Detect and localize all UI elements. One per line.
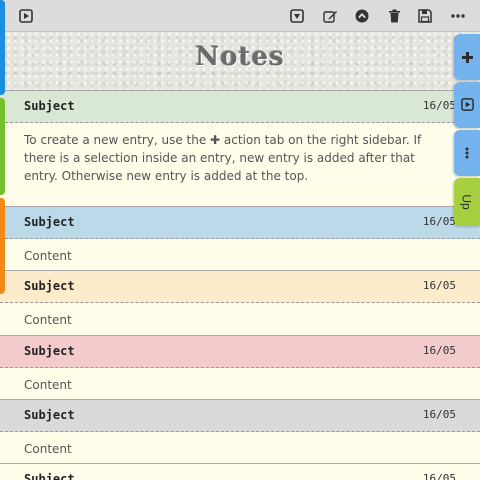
up-tab[interactable]: Up <box>454 178 480 226</box>
note-subject: Subject <box>24 472 75 480</box>
note-body[interactable]: To create a new entry, use the ✚ action … <box>0 123 480 206</box>
up-tab-label: Up <box>460 194 474 210</box>
plus-icon <box>461 48 473 67</box>
left-accent-bar-blue <box>0 0 5 95</box>
add-entry-tab[interactable] <box>454 34 480 80</box>
more-icon[interactable] <box>448 6 468 26</box>
page-title: Notes <box>195 42 285 72</box>
more-vertical-icon <box>465 144 469 163</box>
note-body[interactable]: Content <box>0 432 480 464</box>
note-header[interactable]: Subject 16/05 <box>0 399 480 432</box>
left-accent-bar-green <box>0 98 5 195</box>
header-banner: Notes <box>0 32 480 90</box>
note-subject: Subject <box>24 279 75 293</box>
note-subject: Subject <box>24 344 75 358</box>
toolbar <box>0 0 480 32</box>
note-date: 16/05 <box>422 344 456 357</box>
collapse-icon[interactable] <box>287 6 307 26</box>
left-accent-bar-orange <box>0 198 5 294</box>
trash-icon[interactable] <box>384 6 404 26</box>
save-icon[interactable] <box>415 6 435 26</box>
note-subject: Subject <box>24 215 75 229</box>
note-date: 16/05 <box>422 279 456 292</box>
expand-icon[interactable] <box>16 6 36 26</box>
note-header[interactable]: Subject 16/05 <box>0 335 480 368</box>
note-header[interactable]: Subject 16/05 <box>0 206 480 239</box>
edit-icon[interactable] <box>320 6 340 26</box>
note-subject: Subject <box>24 99 75 113</box>
note-date: 16/05 <box>422 408 456 421</box>
note-entry[interactable]: Subject 16/05 Content <box>0 399 480 464</box>
note-header[interactable]: Subject 16/05 <box>0 270 480 303</box>
note-body[interactable]: Content <box>0 239 480 271</box>
more-tab[interactable] <box>454 130 480 176</box>
note-subject: Subject <box>24 408 75 422</box>
note-entry[interactable]: Subject 16/05 Content <box>0 206 480 271</box>
note-date: 16/05 <box>422 99 456 112</box>
note-entry[interactable]: Subject 16/05 Content <box>0 335 480 400</box>
note-date: 16/05 <box>422 472 456 480</box>
note-header[interactable]: Subject 16/05 <box>0 463 480 480</box>
expand-tab[interactable] <box>454 82 480 128</box>
up-icon[interactable] <box>352 6 372 26</box>
note-entry[interactable]: Subject 16/05 <box>0 463 480 480</box>
note-date: 16/05 <box>422 215 456 228</box>
note-body[interactable]: Content <box>0 303 480 335</box>
expand-icon <box>460 96 474 115</box>
note-header[interactable]: Subject 16/05 <box>0 90 480 123</box>
note-entry[interactable]: Subject 16/05 To create a new entry, use… <box>0 90 480 206</box>
note-entry[interactable]: Subject 16/05 Content <box>0 270 480 335</box>
note-body[interactable]: Content <box>0 368 480 400</box>
